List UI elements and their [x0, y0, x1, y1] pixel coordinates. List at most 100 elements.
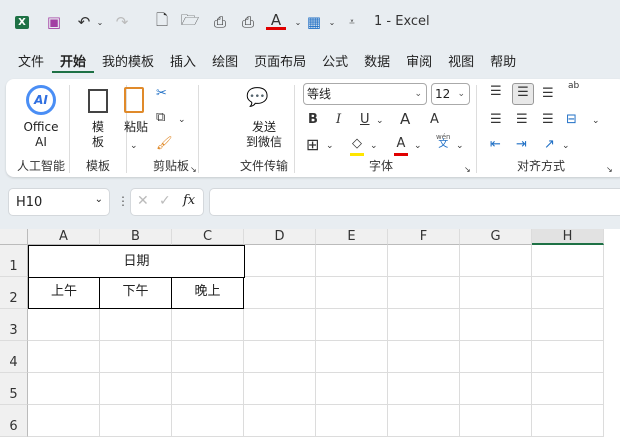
cut-icon[interactable]: ✂ [156, 85, 167, 103]
cell-G1[interactable] [460, 245, 532, 277]
formula-input[interactable] [209, 188, 620, 216]
cell-A2[interactable]: 上午 [28, 277, 100, 309]
cell-F1[interactable] [388, 245, 460, 277]
cancel-icon[interactable]: ✕ [137, 193, 149, 209]
copy-icon[interactable]: ⧉ [156, 109, 165, 127]
tab-help[interactable]: 帮助 [482, 53, 524, 73]
tab-file[interactable]: 文件 [10, 53, 52, 73]
decrease-indent-icon[interactable]: ⇤ [490, 136, 501, 154]
align-right-icon[interactable]: ☰ [542, 111, 554, 129]
insert-function-button[interactable]: fx [183, 193, 195, 208]
cell-G2[interactable] [460, 277, 532, 309]
alignment-launcher-icon[interactable]: ↘ [606, 161, 613, 179]
merged-cell-A1-C1[interactable]: 日期 [28, 245, 245, 278]
tab-insert[interactable]: 插入 [162, 53, 204, 73]
row-header-2[interactable]: 2 [0, 277, 28, 309]
column-header-b[interactable]: B [100, 229, 172, 245]
merge-center-icon[interactable]: ⊟ [566, 111, 577, 129]
tab-data[interactable]: 数据 [356, 53, 398, 73]
row-header-4[interactable]: 4 [0, 341, 28, 373]
cell-F3[interactable] [388, 309, 460, 341]
orientation-dropdown-icon[interactable]: ⌄ [562, 137, 570, 155]
office-ai-label[interactable]: Office [16, 120, 66, 135]
row-header-6[interactable]: 6 [0, 405, 28, 437]
font-color-dropdown-icon[interactable]: ⌄ [414, 137, 422, 155]
more-options-icon[interactable]: ⋮ [117, 194, 129, 208]
cell-D3[interactable] [244, 309, 316, 341]
cell-A6[interactable] [28, 405, 100, 437]
cell-H3[interactable] [532, 309, 604, 341]
orientation-icon[interactable]: ↗ [544, 136, 555, 154]
borders-icon[interactable]: ⊞ [306, 136, 319, 154]
cell-H5[interactable] [532, 373, 604, 405]
cell-E2[interactable] [316, 277, 388, 309]
enter-icon[interactable]: ✓ [159, 193, 171, 209]
cell-C5[interactable] [172, 373, 244, 405]
cell-F5[interactable] [388, 373, 460, 405]
template-icon[interactable] [88, 89, 108, 113]
paste-dropdown-icon[interactable]: ⌄ [130, 137, 138, 155]
cell-D2[interactable] [244, 277, 316, 309]
cell-B4[interactable] [100, 341, 172, 373]
underline-dropdown-icon[interactable]: ⌄ [376, 112, 384, 130]
copy-dropdown-icon[interactable]: ⌄ [178, 111, 186, 129]
row-header-1[interactable]: 1 [0, 245, 28, 277]
cell-H6[interactable] [532, 405, 604, 437]
align-middle-icon[interactable]: ☰ [512, 83, 534, 105]
cell-F4[interactable] [388, 341, 460, 373]
cell-C3[interactable] [172, 309, 244, 341]
paste-button[interactable]: 粘贴 [118, 120, 154, 135]
column-header-g[interactable]: G [460, 229, 532, 245]
borders-dropdown-icon[interactable]: ⌄ [322, 12, 342, 32]
cell-C4[interactable] [172, 341, 244, 373]
row-header-5[interactable]: 5 [0, 373, 28, 405]
cell-B5[interactable] [100, 373, 172, 405]
font-color-button[interactable]: A [394, 135, 408, 156]
template-label-2[interactable]: 板 [82, 135, 114, 150]
select-all-button[interactable] [0, 229, 28, 245]
align-center-icon[interactable]: ☰ [516, 111, 528, 129]
send-label-2[interactable]: 到微信 [240, 135, 288, 150]
cell-D1[interactable] [244, 245, 316, 277]
cell-G4[interactable] [460, 341, 532, 373]
cell-B2[interactable]: 下午 [100, 277, 172, 309]
cell-B3[interactable] [100, 309, 172, 341]
grow-font-button[interactable]: A [400, 110, 410, 128]
cell-A4[interactable] [28, 341, 100, 373]
wechat-icon[interactable]: 💬 [246, 89, 268, 107]
font-size-select[interactable]: 12 ⌄ [431, 83, 470, 105]
tab-formulas[interactable]: 公式 [314, 53, 356, 73]
paste-icon[interactable] [124, 87, 144, 113]
template-label[interactable]: 模 [82, 120, 114, 135]
send-label[interactable]: 发送 [240, 120, 288, 135]
cell-E1[interactable] [316, 245, 388, 277]
cell-E3[interactable] [316, 309, 388, 341]
fill-color-dropdown-icon[interactable]: ⌄ [370, 137, 378, 155]
cell-A5[interactable] [28, 373, 100, 405]
font-color-dropdown-icon[interactable]: ⌄ [288, 12, 308, 32]
wrap-text-icon[interactable]: ab [568, 81, 579, 91]
font-launcher-icon[interactable]: ↘ [464, 161, 471, 179]
italic-button[interactable]: I [336, 111, 341, 129]
font-color-quick-icon[interactable]: A [266, 11, 286, 30]
align-top-icon[interactable]: ☰ [490, 83, 502, 101]
print-icon[interactable]: ⎙ [238, 12, 258, 32]
office-ai-icon[interactable]: AI [26, 85, 56, 115]
column-header-f[interactable]: F [388, 229, 460, 245]
row-header-3[interactable]: 3 [0, 309, 28, 341]
cell-D5[interactable] [244, 373, 316, 405]
cell-C2[interactable]: 晚上 [172, 277, 244, 309]
bold-button[interactable]: B [308, 111, 318, 129]
cell-F2[interactable] [388, 277, 460, 309]
align-left-icon[interactable]: ☰ [490, 111, 502, 129]
cell-E5[interactable] [316, 373, 388, 405]
tab-page-layout[interactable]: 页面布局 [246, 53, 314, 73]
cell-A3[interactable] [28, 309, 100, 341]
tab-review[interactable]: 审阅 [398, 53, 440, 73]
format-painter-icon[interactable]: 🖌 [156, 135, 173, 153]
cell-H2[interactable] [532, 277, 604, 309]
office-ai-label-2[interactable]: AI [16, 135, 66, 150]
borders-dropdown-icon[interactable]: ⌄ [326, 137, 334, 155]
cell-E4[interactable] [316, 341, 388, 373]
shrink-font-button[interactable]: A [430, 111, 439, 129]
